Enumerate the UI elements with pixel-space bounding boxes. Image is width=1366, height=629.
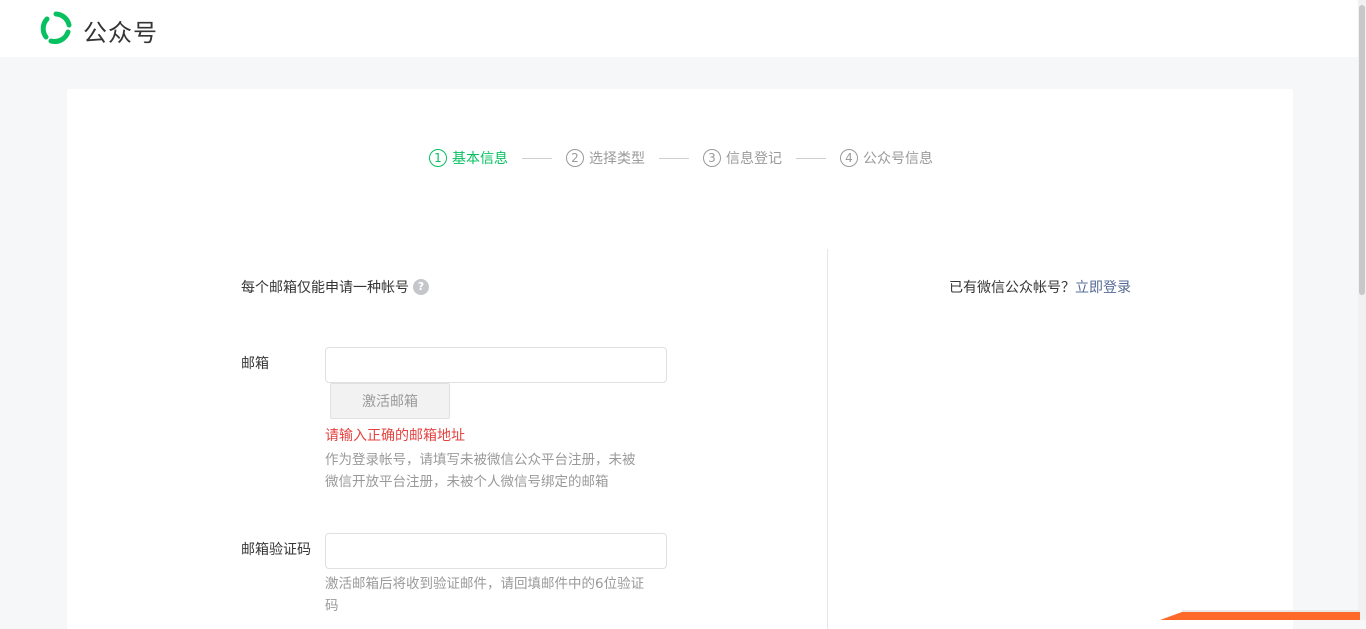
step-number: 2 (566, 149, 584, 167)
verification-code-tip: 激活邮箱后将收到验证邮件，请回填邮件中的6位验证码 (325, 576, 645, 614)
step-connector (659, 157, 689, 159)
top-bar: 公众号 (0, 0, 1358, 57)
login-link[interactable]: 立即登录 (1075, 280, 1131, 296)
email-tip: 作为登录帐号，请填写未被微信公众平台注册，未被微信开放平台注册，未被个人微信号绑… (325, 452, 636, 490)
step-select-type: 2 选择类型 (566, 148, 645, 168)
form-intro: 每个邮箱仅能申请一种帐号 ? (241, 277, 429, 297)
help-icon[interactable]: ? (413, 279, 429, 295)
activate-email-button[interactable]: 激活邮箱 (330, 383, 450, 419)
registration-card: 1 基本信息 2 选择类型 3 信息登记 4 公众号信息 每个邮箱仅能申请一种帐… (67, 89, 1293, 629)
scrollbar-thumb[interactable] (1359, 5, 1365, 295)
step-number: 3 (703, 149, 721, 167)
email-label: 邮箱 (241, 356, 269, 372)
step-label: 信息登记 (726, 151, 782, 167)
step-number: 4 (840, 149, 858, 167)
brand-title[interactable]: 公众号 (83, 13, 158, 48)
corner-decoration (1160, 610, 1360, 620)
step-account-info: 4 公众号信息 (840, 148, 933, 168)
step-connector (796, 157, 826, 159)
step-basic-info: 1 基本信息 (429, 148, 508, 168)
email-error-message: 请输入正确的邮箱地址 (325, 428, 465, 444)
column-divider (827, 249, 828, 629)
verification-code-input[interactable] (325, 533, 667, 569)
step-label: 基本信息 (452, 151, 508, 167)
step-connector (522, 157, 552, 159)
step-label: 公众号信息 (863, 151, 933, 167)
wechat-official-account-logo-icon[interactable] (39, 11, 73, 45)
verification-code-label: 邮箱验证码 (241, 542, 311, 558)
page-scrollbar[interactable] (1358, 0, 1366, 620)
form-intro-text: 每个邮箱仅能申请一种帐号 (241, 280, 409, 296)
step-info-registration: 3 信息登记 (703, 148, 782, 168)
login-prompt: 已有微信公众帐号？立即登录 (949, 277, 1131, 297)
step-number: 1 (429, 149, 447, 167)
email-input[interactable] (325, 347, 667, 383)
step-indicator: 1 基本信息 2 选择类型 3 信息登记 4 公众号信息 (429, 148, 933, 168)
step-label: 选择类型 (589, 151, 645, 167)
login-prompt-text: 已有微信公众帐号？ (949, 280, 1075, 296)
